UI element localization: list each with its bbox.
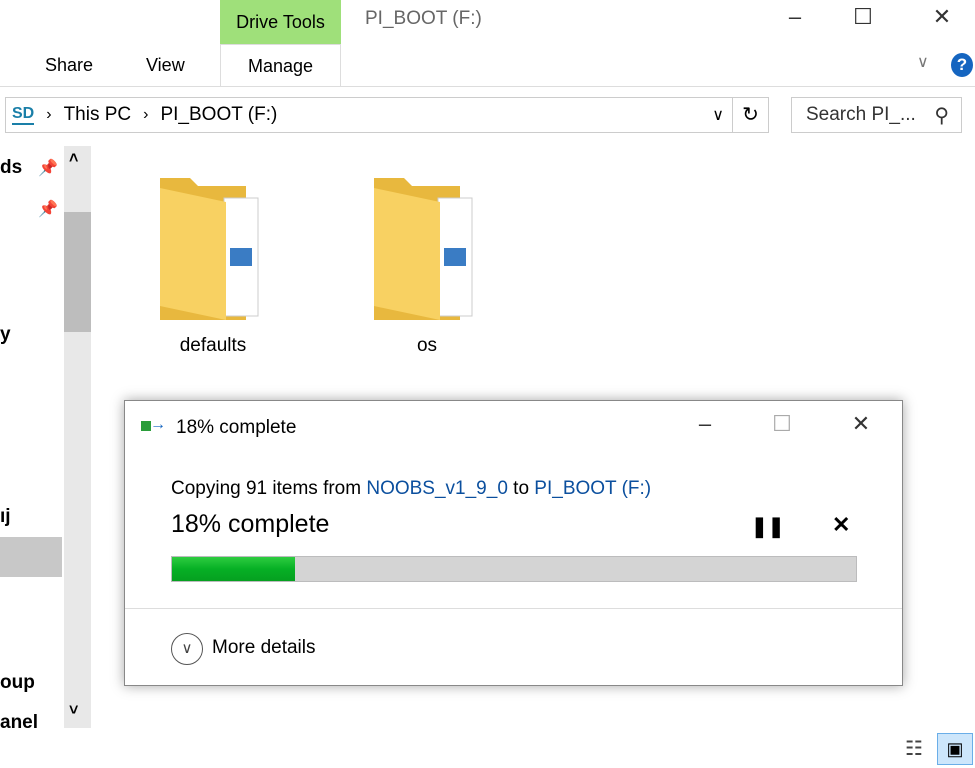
- scrollbar-thumb[interactable]: [64, 212, 91, 332]
- dialog-divider: [125, 608, 902, 609]
- folder-item[interactable]: defaults: [158, 178, 268, 357]
- scroll-up-icon[interactable]: ˄: [69, 150, 78, 168]
- search-icon: ⚲: [934, 104, 949, 127]
- destination-link[interactable]: PI_BOOT (F:): [534, 478, 651, 499]
- folder-icon: [374, 178, 473, 320]
- window-title: PI_BOOT (F:): [365, 8, 482, 29]
- help-icon[interactable]: ?: [951, 53, 973, 77]
- folder-name: defaults: [179, 335, 247, 356]
- pause-button[interactable]: ❚❚: [751, 514, 785, 539]
- nav-item[interactable]: oup: [0, 672, 35, 694]
- maximize-button[interactable]: ☐: [843, 4, 883, 34]
- source-link[interactable]: NOOBS_v1_9_0: [366, 478, 508, 499]
- cancel-button[interactable]: ✕: [832, 512, 850, 538]
- more-details-button[interactable]: More details: [212, 637, 316, 659]
- folder-name: os: [416, 335, 438, 356]
- refresh-button[interactable]: ↻: [733, 97, 769, 133]
- folder-icon: [160, 178, 259, 320]
- search-input[interactable]: Search PI_... ⚲: [791, 97, 962, 133]
- drive-tools-tab[interactable]: Drive Tools: [220, 0, 341, 44]
- dialog-title: 18% complete: [176, 417, 297, 438]
- breadcrumb-this-pc[interactable]: This PC: [64, 104, 132, 126]
- pin-icon[interactable]: 📌: [38, 158, 58, 178]
- sd-card-icon: SD: [12, 105, 35, 125]
- breadcrumb-drive[interactable]: PI_BOOT (F:): [160, 104, 277, 126]
- nav-item[interactable]: anel: [0, 712, 38, 734]
- address-bar[interactable]: SD › This PC › PI_BOOT (F:) ∨: [5, 97, 733, 133]
- ribbon-divider: [0, 86, 975, 87]
- copy-icon: →: [141, 416, 166, 433]
- copy-progress-dialog: → 18% complete – ☐ ✕ Copying 91 items fr…: [124, 400, 903, 686]
- minimize-button[interactable]: –: [775, 4, 815, 34]
- dialog-close-button[interactable]: ✕: [841, 411, 881, 441]
- scroll-down-icon[interactable]: ˅: [69, 702, 78, 720]
- tab-view[interactable]: View: [146, 55, 185, 76]
- close-button[interactable]: ✕: [922, 4, 962, 34]
- large-icons-view-icon[interactable]: ▣: [937, 733, 973, 765]
- progress-fill: [172, 557, 296, 581]
- chevron-right-icon: ›: [46, 106, 52, 123]
- nav-item[interactable]: ıj: [0, 506, 11, 528]
- chevron-down-icon[interactable]: ∨: [171, 633, 203, 665]
- tab-share[interactable]: Share: [45, 55, 93, 76]
- copy-mid: to: [507, 478, 535, 499]
- history-dropdown-icon[interactable]: ∨: [712, 105, 724, 125]
- copy-description: Copying 91 items from NOOBS_v1_9_0 to PI…: [171, 478, 651, 500]
- pin-icon[interactable]: 📌: [38, 199, 58, 219]
- tab-manage[interactable]: Manage: [220, 44, 341, 87]
- dialog-maximize-button[interactable]: ☐: [762, 411, 802, 441]
- details-view-icon[interactable]: ☷: [905, 736, 923, 761]
- search-placeholder: Search PI_...: [806, 104, 916, 125]
- ribbon-expand-icon[interactable]: ∨: [917, 52, 929, 72]
- nav-selected-item[interactable]: [0, 537, 62, 577]
- folder-item[interactable]: os: [372, 178, 482, 357]
- dialog-minimize-button[interactable]: –: [685, 411, 725, 441]
- nav-item[interactable]: ds: [0, 157, 22, 179]
- progress-status: 18% complete: [171, 510, 330, 538]
- progress-bar: [171, 556, 857, 582]
- chevron-right-icon: ›: [143, 106, 149, 123]
- copy-prefix: Copying 91 items from: [171, 478, 367, 499]
- nav-item[interactable]: y: [0, 324, 11, 346]
